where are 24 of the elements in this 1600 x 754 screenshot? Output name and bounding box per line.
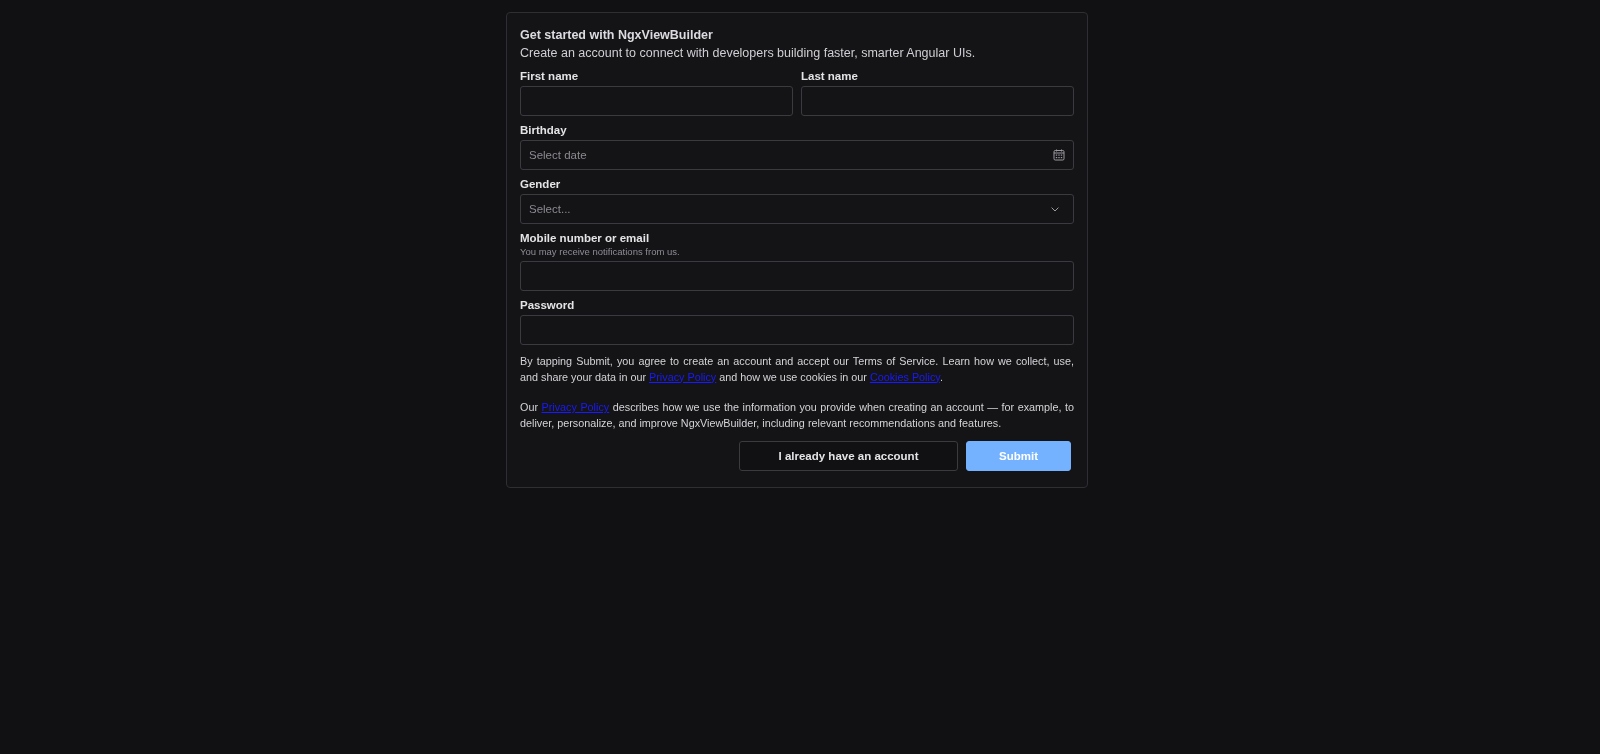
text-field[interactable]: [801, 86, 1074, 116]
text-field[interactable]: [520, 86, 793, 116]
calendar-icon[interactable]: [1053, 149, 1065, 161]
policy-link[interactable]: Cookies Policy: [869, 370, 940, 383]
legal-text: Our Privacy Policy describes how we use the information you provide when creating an account — for example, to deliver, personalize, and improve NgxViewBuilder, including relevant recommendations and features.: [520, 400, 1074, 431]
legal-text: By tapping Submit, you agree to create an account and accept our Terms of Service. Learn how we collect, use, and share your data in our Privacy Policy and how we use cookies in our Cookies Policy.: [520, 354, 1074, 385]
login-button[interactable]: I already have an account: [739, 441, 958, 471]
field-label: Mobile number or email: [520, 231, 650, 245]
field-label: Password: [520, 298, 575, 312]
field-label: Gender: [520, 177, 561, 191]
form-subtitle: Create an account to connect with developers building faster, smarter Angular UIs.: [520, 45, 977, 62]
chevron-down-icon: [1051, 206, 1059, 212]
field-label: Birthday: [520, 123, 567, 137]
password-field[interactable]: [520, 315, 1074, 345]
field-label: Last name: [801, 69, 858, 83]
field-label: First name: [520, 69, 579, 83]
submit-button[interactable]: Submit: [966, 441, 1071, 471]
form-title: Get started with NgxViewBuilder: [520, 27, 714, 44]
text-field[interactable]: [520, 261, 1074, 291]
date-field[interactable]: Select date: [520, 140, 1074, 170]
select-field[interactable]: Select...: [520, 194, 1074, 224]
policy-link[interactable]: Privacy Policy: [541, 401, 610, 413]
field-hint: You may receive notifications from us.: [520, 245, 680, 258]
policy-link[interactable]: Privacy Policy: [649, 370, 717, 383]
